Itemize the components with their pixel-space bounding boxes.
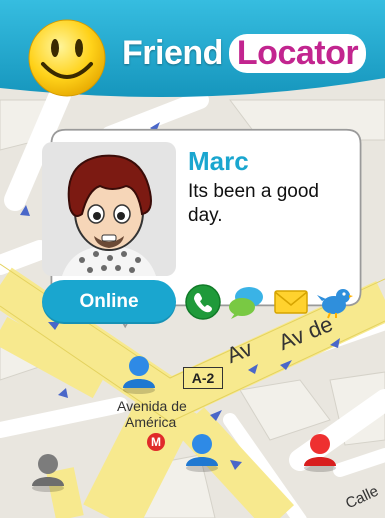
metro-label: M xyxy=(151,435,161,449)
road-sign-a2: A-2 xyxy=(183,367,223,389)
phone-icon[interactable] xyxy=(184,283,222,321)
app-header: Friend Locator xyxy=(0,0,385,100)
metro-icon: M xyxy=(147,433,165,451)
place-label-line2: América xyxy=(125,414,177,430)
app-title-friend: Friend xyxy=(122,34,223,72)
online-status-button[interactable]: Online xyxy=(42,280,176,324)
envelope-icon[interactable] xyxy=(272,283,310,321)
avatar xyxy=(42,142,176,276)
chat-bubbles-icon[interactable] xyxy=(227,283,265,321)
friend-name: Marc xyxy=(188,146,249,176)
friend-marker-red[interactable] xyxy=(300,430,340,472)
friend-marker-marc[interactable] xyxy=(119,352,159,394)
friend-marker-blue[interactable] xyxy=(182,430,222,472)
avatar-illustration xyxy=(62,154,156,276)
twitter-bird-icon[interactable] xyxy=(316,283,354,321)
friend-marker-gray[interactable] xyxy=(28,450,68,492)
road-sign-label: A-2 xyxy=(191,370,215,386)
place-label-line1: Avenida de xyxy=(117,398,187,414)
app-title-locator: Locator xyxy=(228,34,367,73)
friend-status-message: Its been a good day. xyxy=(188,181,319,226)
app-title: Friend Locator xyxy=(122,34,367,73)
smiley-logo-icon xyxy=(28,19,106,97)
